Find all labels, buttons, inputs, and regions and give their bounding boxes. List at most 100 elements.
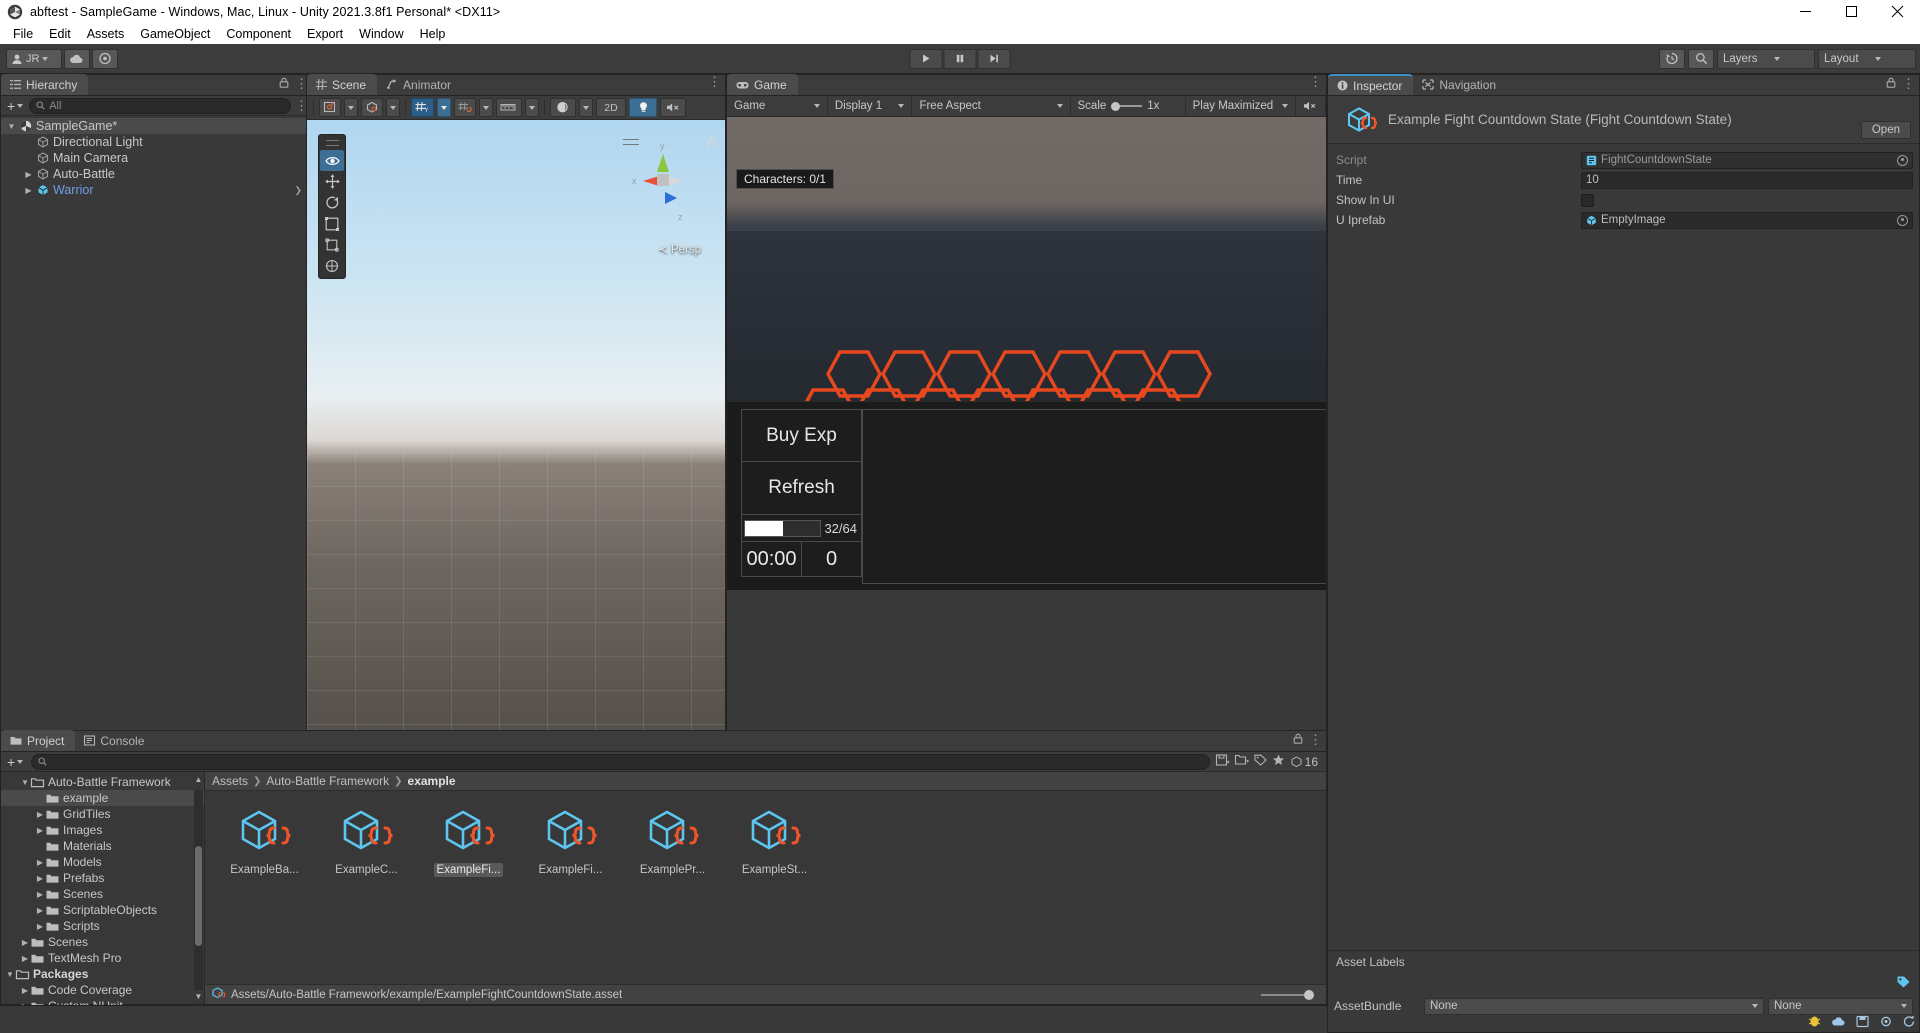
minimize-button[interactable] (1782, 0, 1828, 23)
snap-toggle-button[interactable] (454, 98, 476, 117)
tab-navigation[interactable]: Navigation (1413, 74, 1507, 95)
layout-dropdown[interactable]: Layout (1818, 48, 1916, 69)
play-button[interactable] (909, 48, 943, 69)
game-display-target-dropdown[interactable]: Game (727, 96, 828, 116)
hierarchy-item-auto-battle[interactable]: ▶ Auto-Battle (1, 166, 312, 182)
overlay-drag-handle[interactable] (325, 140, 339, 146)
grid-size-dropdown[interactable] (525, 98, 539, 117)
collab-button[interactable] (92, 48, 118, 69)
tab-animator[interactable]: Animator (377, 74, 462, 95)
hierarchy-item-main-camera[interactable]: Main Camera (1, 150, 312, 166)
scene-lock-icon[interactable] (706, 136, 717, 151)
assetbundle-dropdown[interactable]: None (1424, 997, 1764, 1015)
property-checkbox-show-in-ui[interactable] (1581, 193, 1594, 207)
breadcrumb-item-framework[interactable]: Auto-Battle Framework (266, 774, 389, 788)
search-button[interactable] (1688, 48, 1714, 69)
kebab-menu-icon[interactable]: ⋮ (708, 75, 721, 88)
toggle-lighting-button[interactable] (629, 98, 657, 117)
twisty-collapsed-icon[interactable]: ▶ (22, 186, 35, 195)
refresh-button[interactable]: Refresh (741, 462, 862, 515)
move-tool-button[interactable] (320, 171, 344, 192)
lock-icon[interactable] (1293, 733, 1303, 747)
gizmo-visibility-button[interactable] (361, 98, 383, 117)
game-scale-slider[interactable]: Scale 1x (1071, 96, 1186, 116)
menu-item-help[interactable]: Help (412, 25, 454, 43)
project-tree-scroll-thumb[interactable] (195, 846, 202, 946)
project-tree-item-scenes[interactable]: ▶ Scenes (1, 934, 204, 950)
twisty-collapsed-icon[interactable]: ▶ (19, 938, 31, 947)
tree-scroll-down-icon[interactable]: ▼ (193, 990, 204, 1003)
game-aspect-dropdown[interactable]: Free Aspect (912, 96, 1071, 116)
twisty-collapsed-icon[interactable]: ▶ (19, 954, 31, 963)
twisty-collapsed-icon[interactable]: ▶ (34, 858, 46, 867)
scene-view-gizmo[interactable]: y x z (621, 134, 705, 224)
breadcrumb-item-example[interactable]: example (408, 774, 456, 788)
draw-mode-button[interactable] (319, 98, 341, 117)
star-icon[interactable] (1272, 754, 1285, 769)
buy-exp-button[interactable]: Buy Exp (741, 409, 862, 462)
project-tree-item-example[interactable]: example (1, 790, 204, 806)
asset-item[interactable]: ExampleBa... (227, 805, 302, 877)
tree-scroll-up-icon[interactable]: ▲ (193, 773, 204, 786)
draw-mode-dropdown[interactable] (344, 98, 358, 117)
asset-item[interactable]: ExampleSt... (737, 805, 812, 877)
asset-item[interactable]: ExampleFi... (431, 805, 506, 877)
settings-status-icon[interactable] (1879, 1015, 1893, 1031)
pause-button[interactable] (943, 48, 977, 69)
game-play-maximized-dropdown[interactable]: Play Maximized (1186, 96, 1296, 116)
asset-zoom-slider[interactable] (1261, 989, 1314, 1000)
project-tree-item-images[interactable]: ▶ Images (1, 822, 204, 838)
twisty-expanded-icon[interactable]: ▼ (5, 122, 18, 131)
project-tree-item-auto-battle-framework[interactable]: ▼ Auto-Battle Framework (1, 774, 204, 790)
maximize-button[interactable] (1828, 0, 1874, 23)
game-mute-audio-button[interactable] (1296, 96, 1326, 116)
property-field-u-iprefab[interactable]: EmptyImage (1581, 211, 1913, 229)
scene-fx-dropdown[interactable] (579, 98, 593, 117)
twisty-collapsed-icon[interactable]: ▶ (34, 874, 46, 883)
asset-item[interactable]: ExampleFi... (533, 805, 608, 877)
project-search-input[interactable] (31, 753, 1210, 770)
menu-item-assets[interactable]: Assets (79, 25, 133, 43)
tab-scene[interactable]: Scene (307, 74, 378, 95)
bug-icon[interactable] (1807, 1014, 1822, 1031)
toggle-2d-button[interactable]: 2D (596, 98, 626, 117)
twisty-expanded-icon[interactable]: ▼ (4, 970, 16, 979)
asset-item[interactable]: ExampleC... (329, 805, 404, 877)
create-gameobject-button[interactable]: + (5, 98, 25, 114)
grid-size-button[interactable] (496, 98, 522, 117)
game-viewport[interactable]: Characters: 0/1 Buy Exp Refresh 32/64 00… (727, 117, 1326, 590)
twisty-collapsed-icon[interactable]: ▶ (34, 810, 46, 819)
twisty-collapsed-icon[interactable]: ▶ (34, 826, 46, 835)
rotate-tool-button[interactable] (320, 192, 344, 213)
menu-item-component[interactable]: Component (218, 25, 299, 43)
project-tree-item-scripts[interactable]: ▶ Scripts (1, 918, 204, 934)
project-tree-item-gridtiles[interactable]: ▶ GridTiles (1, 806, 204, 822)
twisty-expanded-icon[interactable]: ▼ (19, 778, 31, 787)
grid-dropdown[interactable] (437, 98, 451, 117)
open-prefab-chevron-icon[interactable]: ❯ (294, 185, 302, 196)
menu-item-export[interactable]: Export (299, 25, 351, 43)
twisty-collapsed-icon[interactable]: ▶ (34, 922, 46, 931)
kebab-menu-icon[interactable]: ⋮ (1309, 75, 1322, 88)
rect-transform-tool-button[interactable] (320, 234, 344, 255)
tab-hierarchy[interactable]: Hierarchy (1, 74, 89, 95)
scale-slider-knob[interactable] (1111, 101, 1121, 111)
zoom-slider-knob[interactable] (1304, 989, 1314, 1000)
breadcrumb-item-assets[interactable]: Assets (212, 774, 248, 788)
new-filter-icon[interactable] (1234, 754, 1249, 769)
twisty-collapsed-icon[interactable]: ▶ (34, 906, 46, 915)
create-asset-button[interactable]: + (5, 754, 25, 770)
hierarchy-item-samplegame[interactable]: ▼ SampleGame* (1, 118, 312, 134)
property-field-script[interactable]: FightCountdownState (1581, 151, 1913, 169)
snap-dropdown[interactable] (479, 98, 493, 117)
project-tree-item-scriptableobjects[interactable]: ▶ ScriptableObjects (1, 902, 204, 918)
undo-history-button[interactable] (1659, 48, 1685, 69)
open-button[interactable]: Open (1860, 121, 1911, 139)
menu-item-edit[interactable]: Edit (41, 25, 79, 43)
cloud-status-icon[interactable] (1831, 1015, 1847, 1031)
transform-tool-button[interactable] (320, 255, 344, 276)
menu-item-gameobject[interactable]: GameObject (132, 25, 218, 43)
scene-fx-button[interactable] (550, 98, 576, 117)
assetbundle-variant-dropdown[interactable]: None (1768, 997, 1913, 1015)
gizmo-dropdown[interactable] (386, 98, 400, 117)
